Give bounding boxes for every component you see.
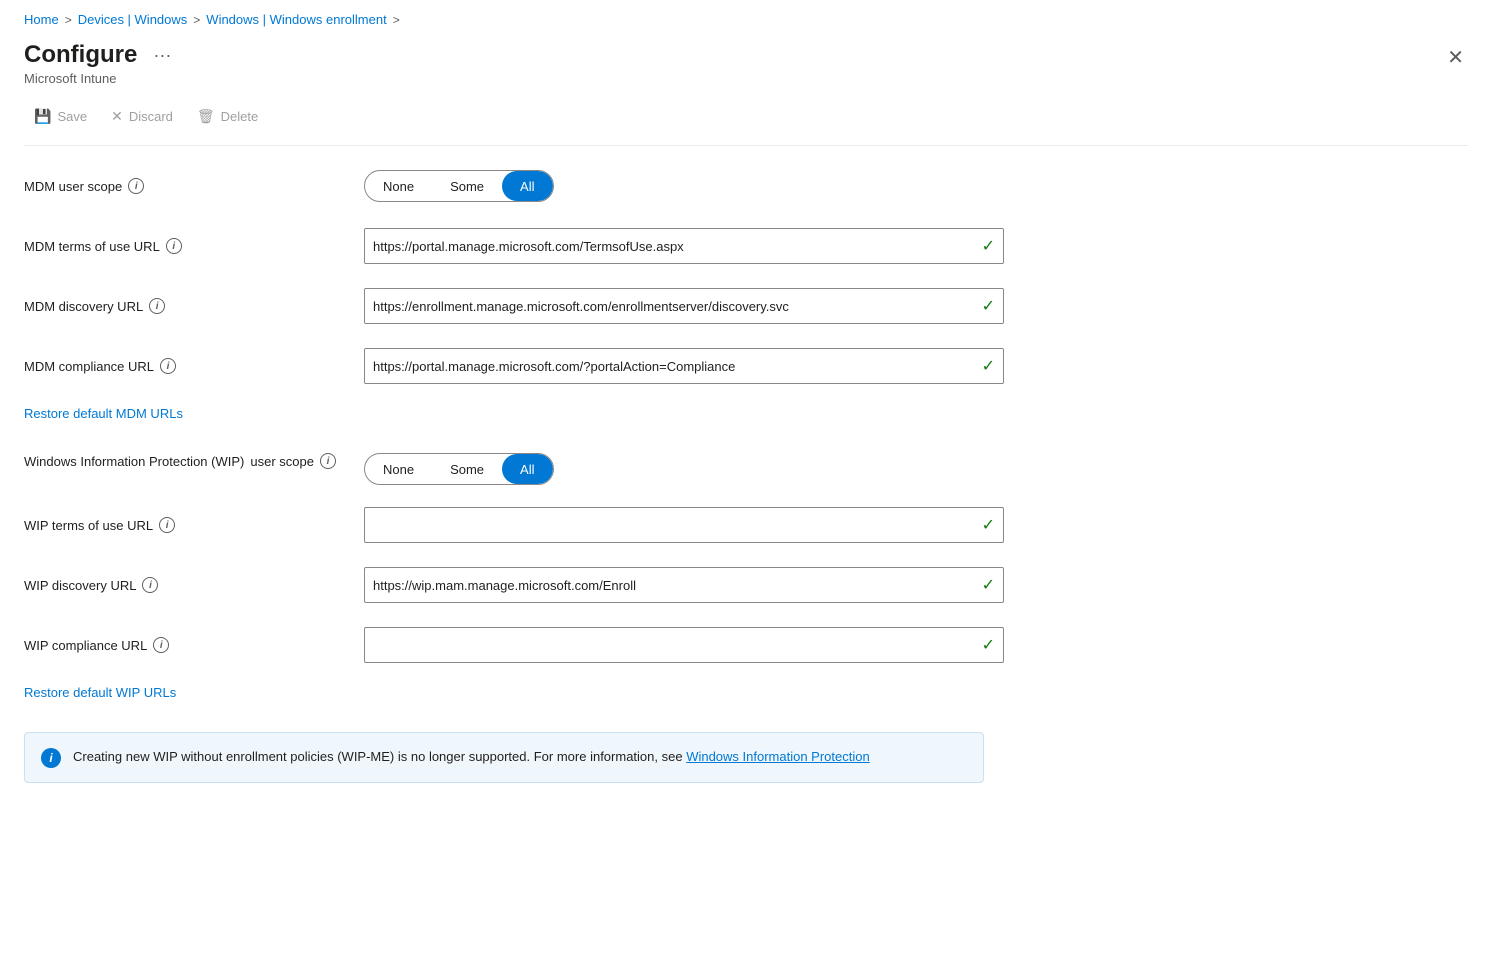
breadcrumb-sep-2: > xyxy=(193,13,200,27)
wip-scope-some[interactable]: Some xyxy=(432,454,502,484)
mdm-compliance-url-label: MDM compliance URL i xyxy=(24,358,364,374)
discard-icon: ✕ xyxy=(111,108,123,125)
mdm-scope-some[interactable]: Some xyxy=(432,171,502,201)
breadcrumb: Home > Devices | Windows > Windows | Win… xyxy=(24,12,1468,27)
wip-scope-none[interactable]: None xyxy=(365,454,432,484)
wip-compliance-url-info-icon[interactable]: i xyxy=(153,637,169,653)
mdm-terms-url-label: MDM terms of use URL i xyxy=(24,238,364,254)
close-button[interactable]: ✕ xyxy=(1443,41,1468,74)
header-left: Configure ··· Microsoft Intune xyxy=(24,41,177,86)
mdm-discovery-url-info-icon[interactable]: i xyxy=(149,298,165,314)
restore-wip-urls-link[interactable]: Restore default WIP URLs xyxy=(24,685,1468,700)
wip-terms-url-row: WIP terms of use URL i ✓ xyxy=(24,505,1468,545)
mdm-discovery-url-row: MDM discovery URL i ✓ xyxy=(24,286,1468,326)
mdm-terms-url-input[interactable] xyxy=(373,239,976,254)
breadcrumb-devices-windows[interactable]: Devices | Windows xyxy=(78,12,188,27)
wip-discovery-url-row: WIP discovery URL i ✓ xyxy=(24,565,1468,605)
wip-terms-url-label: WIP terms of use URL i xyxy=(24,517,364,533)
mdm-scope-all[interactable]: All xyxy=(502,171,552,201)
restore-mdm-urls-link[interactable]: Restore default MDM URLs xyxy=(24,406,1468,421)
page-title: Configure xyxy=(24,41,137,69)
mdm-compliance-url-row: MDM compliance URL i ✓ xyxy=(24,346,1468,386)
mdm-compliance-url-field-container: ✓ xyxy=(364,348,1004,384)
mdm-terms-url-row: MDM terms of use URL i ✓ xyxy=(24,226,1468,266)
mdm-user-scope-label: MDM user scope i xyxy=(24,178,364,194)
delete-icon: 🗑 xyxy=(197,108,215,125)
wip-user-scope-info-icon[interactable]: i xyxy=(320,453,336,469)
info-banner: i Creating new WIP without enrollment po… xyxy=(24,732,984,783)
wip-terms-url-input[interactable] xyxy=(373,518,976,533)
info-banner-text: Creating new WIP without enrollment poli… xyxy=(73,747,870,767)
wip-discovery-url-input[interactable] xyxy=(373,578,976,593)
mdm-discovery-url-field-container: ✓ xyxy=(364,288,1004,324)
wip-discovery-url-info-icon[interactable]: i xyxy=(142,577,158,593)
wip-compliance-url-check-icon: ✓ xyxy=(982,635,995,655)
info-banner-link[interactable]: Windows Information Protection xyxy=(686,749,870,764)
info-banner-icon: i xyxy=(41,748,61,768)
wip-terms-url-info-icon[interactable]: i xyxy=(159,517,175,533)
toolbar: 💾 Save ✕ Discard 🗑 Delete xyxy=(24,102,1468,146)
wip-compliance-url-input[interactable] xyxy=(373,638,976,653)
mdm-user-scope-row: MDM user scope i None Some All xyxy=(24,166,1468,206)
wip-user-scope-row: Windows Information Protection (WIP) use… xyxy=(24,445,1468,485)
mdm-discovery-url-check-icon: ✓ xyxy=(982,296,995,316)
wip-user-scope-toggle: None Some All xyxy=(364,453,554,485)
mdm-user-scope-toggle: None Some All xyxy=(364,170,554,202)
wip-discovery-url-check-icon: ✓ xyxy=(982,575,995,595)
mdm-discovery-url-label: MDM discovery URL i xyxy=(24,298,364,314)
page-container: Home > Devices | Windows > Windows | Win… xyxy=(0,0,1492,970)
mdm-compliance-url-info-icon[interactable]: i xyxy=(160,358,176,374)
mdm-discovery-url-input[interactable] xyxy=(373,299,976,314)
wip-terms-url-field-container: ✓ xyxy=(364,507,1004,543)
discard-button[interactable]: ✕ Discard xyxy=(101,102,183,131)
header-title-row: Configure ··· xyxy=(24,41,177,69)
mdm-user-scope-info-icon[interactable]: i xyxy=(128,178,144,194)
breadcrumb-sep-3: > xyxy=(393,13,400,27)
mdm-terms-url-field-container: ✓ xyxy=(364,228,1004,264)
wip-compliance-url-row: WIP compliance URL i ✓ xyxy=(24,625,1468,665)
info-banner-text-before: Creating new WIP without enrollment poli… xyxy=(73,749,686,764)
form-container: MDM user scope i None Some All MDM terms… xyxy=(24,146,1468,783)
wip-compliance-url-label: WIP compliance URL i xyxy=(24,637,364,653)
save-label: Save xyxy=(57,109,87,124)
wip-discovery-url-label: WIP discovery URL i xyxy=(24,577,364,593)
save-button[interactable]: 💾 Save xyxy=(24,102,97,131)
wip-compliance-url-field-container: ✓ xyxy=(364,627,1004,663)
wip-terms-url-check-icon: ✓ xyxy=(982,515,995,535)
breadcrumb-home[interactable]: Home xyxy=(24,12,59,27)
delete-label: Delete xyxy=(221,109,259,124)
mdm-terms-url-check-icon: ✓ xyxy=(982,236,995,256)
header: Configure ··· Microsoft Intune ✕ xyxy=(24,41,1468,86)
discard-label: Discard xyxy=(129,109,173,124)
mdm-compliance-url-input[interactable] xyxy=(373,359,976,374)
mdm-scope-none[interactable]: None xyxy=(365,171,432,201)
breadcrumb-windows-enrollment[interactable]: Windows | Windows enrollment xyxy=(206,12,386,27)
subtitle: Microsoft Intune xyxy=(24,71,177,86)
wip-user-scope-label: Windows Information Protection (WIP) use… xyxy=(24,453,364,469)
mdm-compliance-url-check-icon: ✓ xyxy=(982,356,995,376)
wip-discovery-url-field-container: ✓ xyxy=(364,567,1004,603)
wip-scope-all[interactable]: All xyxy=(502,454,552,484)
more-options-button[interactable]: ··· xyxy=(147,43,177,68)
save-icon: 💾 xyxy=(34,108,51,125)
delete-button[interactable]: 🗑 Delete xyxy=(187,102,268,131)
breadcrumb-sep-1: > xyxy=(65,13,72,27)
mdm-terms-url-info-icon[interactable]: i xyxy=(166,238,182,254)
